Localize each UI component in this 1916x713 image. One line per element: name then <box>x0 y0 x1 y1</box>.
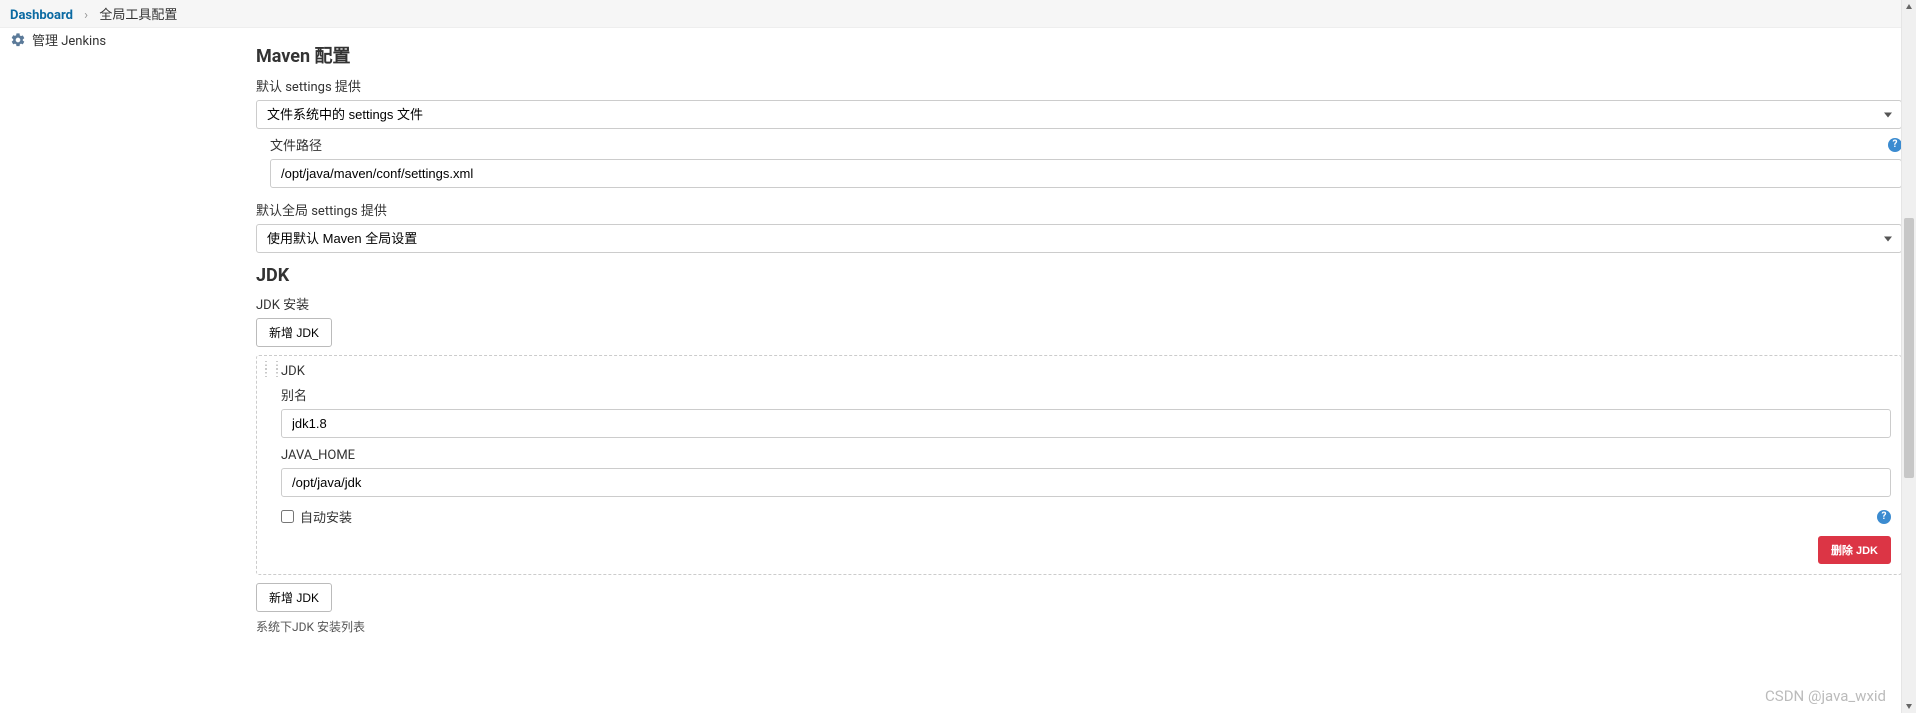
jdk-name-label: 别名 <box>281 385 1891 404</box>
breadcrumb: Dashboard › 全局工具配置 <box>0 0 1916 28</box>
maven-section-title: Maven 配置 <box>256 42 1902 68</box>
scrollbar-thumb[interactable] <box>1904 218 1914 478</box>
add-jdk-button-bottom[interactable]: 新增 JDK <box>256 583 332 612</box>
breadcrumb-separator: › <box>84 8 88 23</box>
file-path-label: 文件路径 <box>270 135 322 154</box>
java-home-input[interactable] <box>281 468 1891 497</box>
global-settings-label: 默认全局 settings 提供 <box>256 200 1902 219</box>
drag-handle-icon[interactable]: ⋮⋮⋮⋮⋮⋮ <box>261 364 270 378</box>
watermark-text: CSDN @java_wxid <box>1765 687 1886 705</box>
sidebar-item-manage-jenkins[interactable]: 管理 Jenkins <box>10 27 240 52</box>
delete-jdk-button[interactable]: 删除 JDK <box>1818 536 1891 564</box>
jdk-list-caption: 系统下JDK 安装列表 <box>256 618 1902 635</box>
java-home-label: JAVA_HOME <box>281 448 1891 463</box>
global-settings-select[interactable]: 使用默认 Maven 全局设置 <box>256 224 1902 253</box>
auto-install-checkbox[interactable] <box>281 510 294 523</box>
vertical-scrollbar[interactable] <box>1901 0 1916 713</box>
jdk-section-title: JDK <box>256 265 1902 286</box>
default-settings-select[interactable]: 文件系统中的 settings 文件 <box>256 100 1902 129</box>
jdk-block-title: JDK <box>281 364 1891 379</box>
jdk-name-input[interactable] <box>281 409 1891 438</box>
jdk-install-label: JDK 安装 <box>256 294 1902 313</box>
auto-install-label: 自动安装 <box>300 507 352 526</box>
help-icon[interactable]: ? <box>1877 510 1891 524</box>
default-settings-label: 默认 settings 提供 <box>256 76 1902 95</box>
breadcrumb-current: 全局工具配置 <box>99 8 177 23</box>
sidebar: 管理 Jenkins <box>0 22 250 645</box>
add-jdk-button-top[interactable]: 新增 JDK <box>256 318 332 347</box>
help-icon[interactable]: ? <box>1888 138 1902 152</box>
auto-install-row[interactable]: 自动安装 <box>281 507 352 526</box>
main-content: Maven 配置 默认 settings 提供 文件系统中的 settings … <box>250 22 1916 645</box>
jdk-install-block: ⋮⋮⋮⋮⋮⋮ JDK 别名 JAVA_HOME 自动安装 ? 删除 JDK <box>256 355 1902 575</box>
breadcrumb-dashboard[interactable]: Dashboard <box>10 8 73 23</box>
sidebar-item-label: 管理 Jenkins <box>32 30 106 49</box>
gear-icon <box>10 32 26 48</box>
file-path-input[interactable] <box>270 159 1902 188</box>
